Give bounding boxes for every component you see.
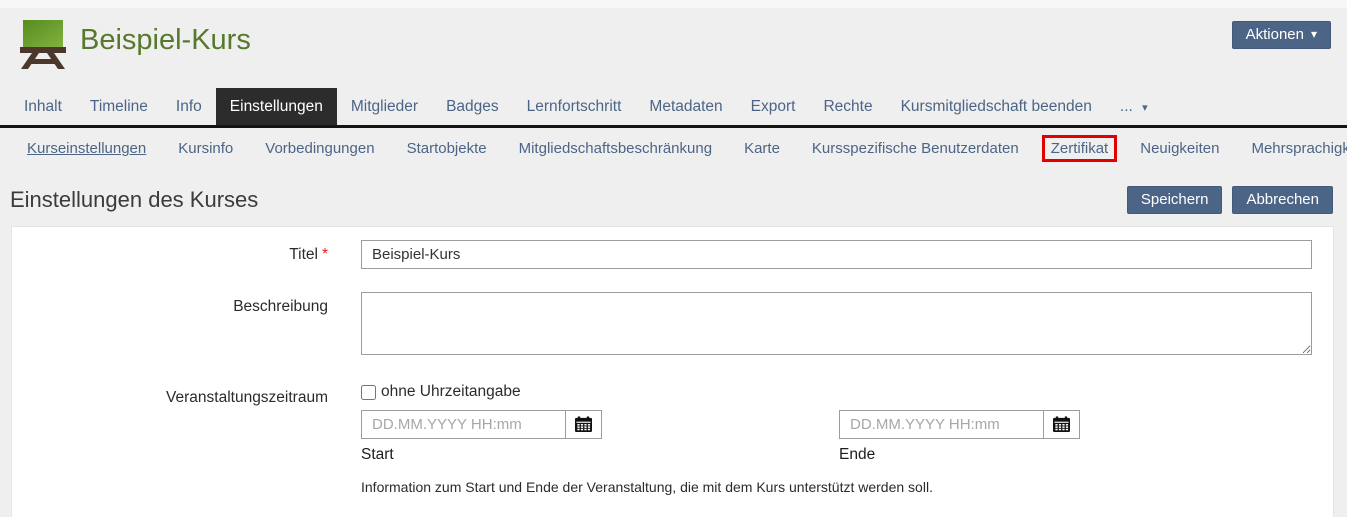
main-tab-bar: Inhalt Timeline Info Einstellungen Mitgl… (0, 88, 1347, 128)
actions-button-label: Aktionen (1246, 26, 1304, 43)
caret-down-icon: ▾ (1311, 28, 1317, 40)
page-title: Beispiel-Kurs (80, 24, 251, 57)
subtab-mehrsprachigkeit[interactable]: Mehrsprachigkeit (1242, 135, 1347, 162)
tab-lernfortschritt[interactable]: Lernfortschritt (513, 91, 636, 125)
subtab-karte[interactable]: Karte (735, 135, 789, 162)
actions-button[interactable]: Aktionen ▾ (1232, 21, 1331, 49)
event-period-label: Veranstaltungszeitraum (12, 383, 361, 495)
required-marker: * (322, 246, 328, 263)
event-period-info: Information zum Start und Ende der Veran… (361, 479, 1317, 495)
start-calendar-button[interactable] (566, 410, 602, 439)
tab-more[interactable]: ... ▾ (1106, 91, 1162, 125)
form-row-description: Beschreibung (12, 292, 1333, 360)
subtab-kursinfo[interactable]: Kursinfo (169, 135, 242, 162)
tab-inhalt[interactable]: Inhalt (10, 91, 76, 125)
description-textarea[interactable] (361, 292, 1312, 355)
title-input[interactable] (361, 240, 1312, 269)
page-header: Beispiel-Kurs Aktionen ▾ (0, 8, 1347, 88)
end-calendar-button[interactable] (1044, 410, 1080, 439)
subtab-neuigkeiten[interactable]: Neuigkeiten (1131, 135, 1228, 162)
subtab-vorbedingungen[interactable]: Vorbedingungen (256, 135, 383, 162)
tab-metadaten[interactable]: Metadaten (635, 91, 736, 125)
subtab-startobjekte[interactable]: Startobjekte (398, 135, 496, 162)
end-date-input[interactable] (839, 410, 1044, 439)
content-header: Einstellungen des Kurses Speichern Abbre… (0, 170, 1347, 224)
description-label: Beschreibung (12, 292, 361, 360)
save-button[interactable]: Speichern (1127, 186, 1223, 214)
course-icon (20, 19, 66, 74)
tab-einstellungen[interactable]: Einstellungen (216, 88, 337, 125)
tab-rechte[interactable]: Rechte (809, 91, 886, 125)
form-row-event-period: Veranstaltungszeitraum ohne Uhrzeitangab… (12, 383, 1333, 495)
tab-kursmitgliedschaft-beenden[interactable]: Kursmitgliedschaft beenden (887, 91, 1106, 125)
calendar-icon (1052, 416, 1071, 433)
top-strip (0, 0, 1347, 8)
subtab-mitgliedschaftsbeschraenkung[interactable]: Mitgliedschaftsbeschränkung (510, 135, 721, 162)
start-date-input[interactable] (361, 410, 566, 439)
settings-form: Titel* Beschreibung Veranstaltungszeitra… (11, 226, 1334, 517)
subtab-zertifikat-highlighted[interactable]: Zertifikat (1042, 135, 1118, 162)
tab-more-label: ... (1120, 98, 1133, 115)
without-time-label: ohne Uhrzeitangabe (381, 383, 521, 401)
tab-mitglieder[interactable]: Mitglieder (337, 91, 432, 125)
without-time-checkbox[interactable] (361, 385, 376, 400)
caret-down-icon: ▾ (1142, 102, 1148, 114)
subtab-kurseinstellungen[interactable]: Kurseinstellungen (18, 135, 155, 162)
end-caption: Ende (839, 446, 1317, 464)
sub-tab-bar: Kurseinstellungen Kursinfo Vorbedingunge… (0, 128, 1347, 170)
calendar-icon (574, 416, 593, 433)
section-title: Einstellungen des Kurses (10, 187, 1117, 213)
subtab-kursspezifische-benutzerdaten[interactable]: Kursspezifische Benutzerdaten (803, 135, 1028, 162)
tab-info[interactable]: Info (162, 91, 216, 125)
cancel-button[interactable]: Abbrechen (1232, 186, 1333, 214)
tab-badges[interactable]: Badges (432, 91, 513, 125)
form-row-title: Titel* (12, 240, 1333, 269)
start-date-column: Start (361, 410, 839, 464)
start-caption: Start (361, 446, 839, 464)
tab-export[interactable]: Export (737, 91, 810, 125)
title-label: Titel* (12, 240, 361, 269)
end-date-column: Ende (839, 410, 1317, 464)
tab-timeline[interactable]: Timeline (76, 91, 162, 125)
